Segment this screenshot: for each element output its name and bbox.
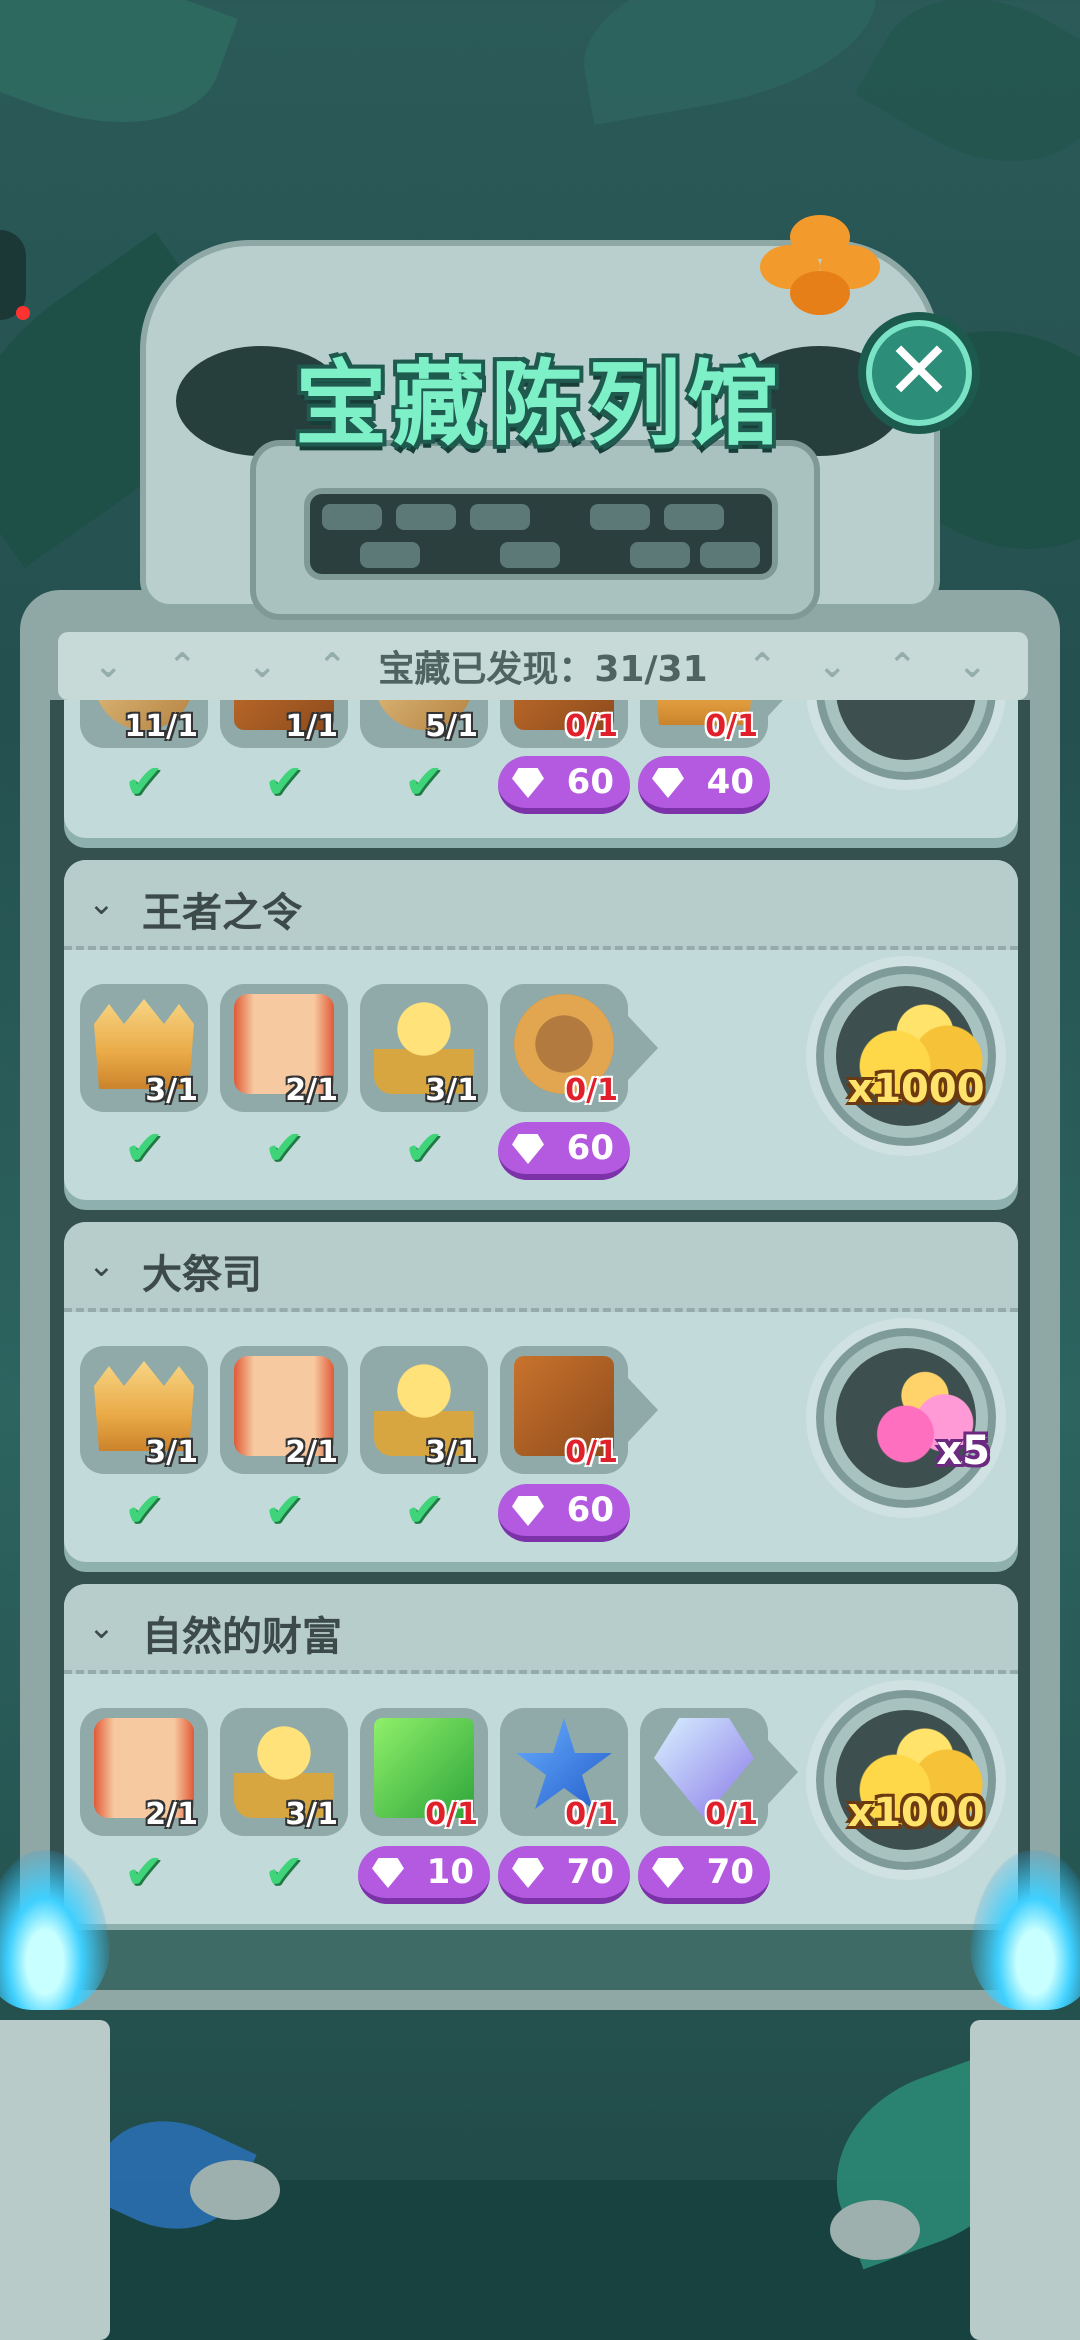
- item-slot[interactable]: 5/1: [360, 700, 488, 748]
- chevron-down-icon: ⌄: [818, 646, 847, 686]
- item-slot[interactable]: 3/1: [360, 1346, 488, 1474]
- check-icon: ✔: [123, 1844, 165, 1900]
- reward-badge[interactable]: x1000: [806, 1680, 1006, 1880]
- gem-icon: [652, 1858, 684, 1888]
- chevron-down-icon: ⌄: [958, 646, 987, 686]
- collection-card: ⌄ 王者之令 3/1 2/1 3/1 0/1 ✔ ✔ ✔ 60 x1000: [64, 860, 1018, 1200]
- check-icon: ✔: [403, 1482, 445, 1538]
- item-slot[interactable]: 1/1: [220, 700, 348, 748]
- card-title: 王者之令: [142, 890, 302, 936]
- collection-list[interactable]: 11/1 1/1 5/1 0/1 0/1 ✔ ✔ ✔ 60 40 x5: [50, 700, 1030, 1930]
- check-icon: ✔: [263, 1482, 305, 1538]
- gem-icon: [652, 768, 684, 798]
- reward-icon-bg: [836, 700, 976, 760]
- item-slot[interactable]: 0/1: [500, 1708, 628, 1836]
- notification-dot-icon: [16, 306, 30, 320]
- stone-pillar: [0, 2020, 110, 2340]
- reward-badge[interactable]: x1000: [806, 956, 1006, 1156]
- chevron-down-icon: ⌄: [88, 1246, 115, 1284]
- item-slot[interactable]: 0/1: [360, 1708, 488, 1836]
- item-slot[interactable]: 2/1: [80, 1708, 208, 1836]
- collection-card: 11/1 1/1 5/1 0/1 0/1 ✔ ✔ ✔ 60 40 x5: [64, 700, 1018, 838]
- check-icon: ✔: [403, 1120, 445, 1176]
- jungle-leaf-icon: [854, 0, 1080, 205]
- item-slot[interactable]: 3/1: [80, 1346, 208, 1474]
- card-title: 自然的财富: [142, 1614, 342, 1660]
- collection-card: ⌄ 自然的财富 2/1 3/1 0/1 0/1 0/1 ✔ ✔ 10 70 70…: [64, 1584, 1018, 1924]
- reward-badge[interactable]: x5: [806, 700, 1006, 790]
- item-slot[interactable]: 3/1: [80, 984, 208, 1112]
- card-title: 大祭司: [142, 1252, 262, 1298]
- check-icon: ✔: [263, 1120, 305, 1176]
- close-button[interactable]: ✕: [858, 312, 980, 434]
- reward-amount: x5: [936, 1428, 990, 1474]
- stone-pillar: [970, 2020, 1080, 2340]
- flower-icon: [760, 215, 880, 315]
- chevron-down-icon: ⌄: [88, 1608, 115, 1646]
- check-icon: ✔: [263, 754, 305, 810]
- buy-with-gems-button[interactable]: 10: [358, 1846, 490, 1904]
- item-slot[interactable]: 0/1: [640, 1708, 798, 1836]
- item-slot[interactable]: 2/1: [220, 984, 348, 1112]
- rock-icon: [190, 2160, 280, 2220]
- buy-with-gems-button[interactable]: 40: [638, 756, 770, 814]
- found-progress-bar: ⌄ ⌃ ⌄ ⌃ 宝藏已发现：31/31 ⌃ ⌄ ⌃ ⌄: [58, 632, 1028, 700]
- item-slot[interactable]: 0/1: [500, 700, 628, 748]
- card-header[interactable]: ⌄ 大祭司: [64, 1222, 1018, 1312]
- chevron-up-icon: ⌃: [888, 646, 917, 686]
- jungle-leaf-icon: [570, 0, 890, 125]
- collection-card: ⌄ 大祭司 3/1 2/1 3/1 0/1 ✔ ✔ ✔ 60 x5: [64, 1222, 1018, 1562]
- item-slot[interactable]: 2/1: [220, 1346, 348, 1474]
- item-slot[interactable]: 0/1: [500, 984, 658, 1112]
- item-slot[interactable]: 3/1: [220, 1708, 348, 1836]
- reward-amount: x5: [810, 700, 990, 702]
- item-slot[interactable]: 0/1: [500, 1346, 658, 1474]
- rock-icon: [830, 2200, 920, 2260]
- card-header[interactable]: ⌄ 王者之令: [64, 860, 1018, 950]
- check-icon: ✔: [123, 1482, 165, 1538]
- gem-icon: [372, 1858, 404, 1888]
- check-icon: ✔: [123, 754, 165, 810]
- buy-with-gems-button[interactable]: 70: [498, 1846, 630, 1904]
- side-tab[interactable]: [0, 230, 30, 320]
- chevron-up-icon: ⌃: [748, 646, 777, 686]
- jungle-leaf-icon: [0, 0, 238, 160]
- buy-with-gems-button[interactable]: 60: [498, 1122, 630, 1180]
- item-slot[interactable]: 0/1: [640, 700, 798, 748]
- title-plate: [250, 440, 820, 620]
- reward-badge[interactable]: x5: [806, 1318, 1006, 1518]
- item-slot[interactable]: 3/1: [360, 984, 488, 1112]
- check-icon: ✔: [403, 754, 445, 810]
- buy-with-gems-button[interactable]: 60: [498, 756, 630, 814]
- chevron-down-icon: ⌄: [88, 884, 115, 922]
- page-title: 宝藏陈列馆: [294, 351, 785, 458]
- item-slot[interactable]: 11/1: [80, 700, 208, 748]
- reward-amount: x1000: [847, 1066, 985, 1112]
- gem-icon: [512, 1134, 544, 1164]
- reward-amount: x1000: [847, 1790, 985, 1836]
- found-count: 宝藏已发现：31/31: [378, 649, 708, 690]
- gem-icon: [512, 768, 544, 798]
- buy-with-gems-button[interactable]: 60: [498, 1484, 630, 1542]
- stone-slot: [304, 488, 778, 580]
- check-icon: ✔: [123, 1120, 165, 1176]
- check-icon: ✔: [263, 1844, 305, 1900]
- gem-icon: [512, 1858, 544, 1888]
- card-header[interactable]: ⌄ 自然的财富: [64, 1584, 1018, 1674]
- gem-icon: [512, 1496, 544, 1526]
- stone-ledge: [60, 1930, 1020, 1990]
- buy-with-gems-button[interactable]: 70: [638, 1846, 770, 1904]
